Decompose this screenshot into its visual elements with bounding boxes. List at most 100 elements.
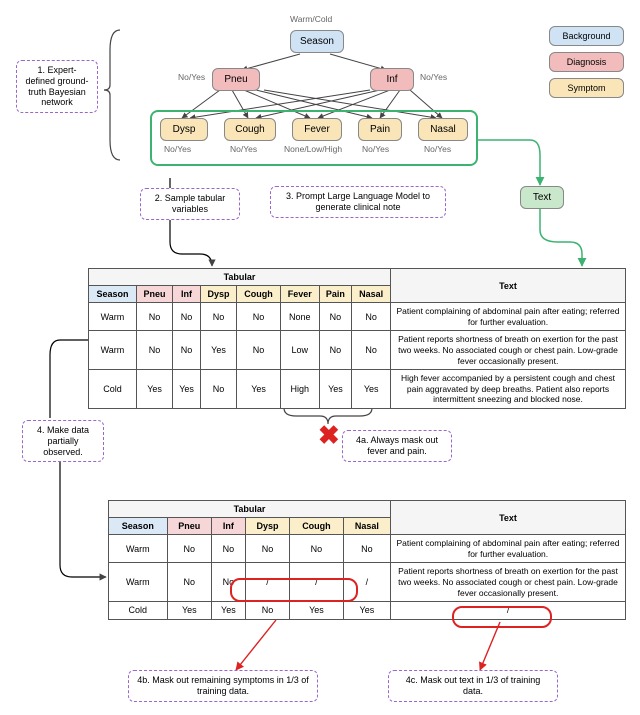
table-cell: No — [319, 303, 352, 331]
table-text-cell: / — [391, 602, 626, 620]
step-4a-text: 4a. Always mask out fever and pain. — [356, 435, 438, 456]
table-cell: Yes — [237, 370, 281, 409]
step-4a-box: 4a. Always mask out fever and pain. — [342, 430, 452, 462]
table-row: ColdYesYesNoYesHighYesYesHigh fever acco… — [89, 370, 626, 409]
table1-header: Fever — [280, 286, 319, 303]
node-pneu: Pneu — [212, 68, 260, 91]
table-cell: No — [211, 535, 245, 563]
step-1-box: 1. Expert-defined ground-truth Bayesian … — [16, 60, 98, 113]
table-text-cell: High fever accompanied by a persistent c… — [391, 370, 626, 409]
table1-super-text: Text — [391, 269, 626, 303]
table-cell: No — [167, 563, 211, 602]
table2-header: Nasal — [343, 518, 390, 535]
table-cell: No — [173, 303, 201, 331]
table1-header: Dysp — [200, 286, 236, 303]
table-full: TabularTextSeasonPneuInfDyspCoughFeverPa… — [88, 268, 626, 409]
table-cell: Warm — [89, 331, 137, 370]
step-3-box: 3. Prompt Large Language Model to genera… — [270, 186, 446, 218]
table2-header: Cough — [290, 518, 344, 535]
table-cell: Yes — [167, 602, 211, 620]
table-cell: No — [136, 331, 172, 370]
table-cell: No — [167, 535, 211, 563]
step-4b-text: 4b. Mask out remaining symptoms in 1/3 o… — [137, 675, 309, 696]
legend-diagnosis: Diagnosis — [549, 52, 624, 72]
table-text-cell: Patient reports shortness of breath on e… — [391, 331, 626, 370]
diagram-root: 1. Expert-defined ground-truth Bayesian … — [10, 10, 630, 705]
node-season: Season — [290, 30, 344, 53]
step-2-box: 2. Sample tabular variables — [140, 188, 240, 220]
table-cell: / — [290, 563, 344, 602]
table-cell: No — [245, 535, 289, 563]
table-cell: Yes — [319, 370, 352, 409]
table-cell: Yes — [136, 370, 172, 409]
table-text-cell: Patient complaining of abdominal pain af… — [391, 303, 626, 331]
table-cell: No — [136, 303, 172, 331]
table-cell: No — [343, 535, 390, 563]
table2-super-tabular: Tabular — [109, 501, 391, 518]
table1-header: Nasal — [352, 286, 391, 303]
table1-super-tabular: Tabular — [89, 269, 391, 286]
table-cell: No — [200, 303, 236, 331]
step-4c-text: 4c. Mask out text in 1/3 of training dat… — [406, 675, 541, 696]
legend-symptom: Symptom — [549, 78, 624, 98]
table-cell: No — [290, 535, 344, 563]
table-cell: None — [280, 303, 319, 331]
table-cell: No — [211, 563, 245, 602]
node-text: Text — [520, 186, 564, 209]
pain-vals-label: No/Yes — [362, 144, 389, 154]
table-cell: Low — [280, 331, 319, 370]
table-cell: High — [280, 370, 319, 409]
table-cell: Warm — [89, 303, 137, 331]
cough-vals-label: No/Yes — [230, 144, 257, 154]
legend: Background Diagnosis Symptom — [549, 26, 624, 98]
table-row: WarmNoNoNoNoNoPatient complaining of abd… — [109, 535, 626, 563]
table-row: ColdYesYesNoYesYes/ — [109, 602, 626, 620]
table-cell: No — [173, 331, 201, 370]
table1-header: Pneu — [136, 286, 172, 303]
table-cell: No — [237, 331, 281, 370]
table1-header: Inf — [173, 286, 201, 303]
table-row: WarmNoNoYesNoLowNoNoPatient reports shor… — [89, 331, 626, 370]
fever-vals-label: None/Low/High — [284, 144, 342, 154]
table-cell: No — [237, 303, 281, 331]
step-3-text: 3. Prompt Large Language Model to genera… — [286, 191, 430, 212]
step-2-text: 2. Sample tabular variables — [155, 193, 226, 214]
node-inf: Inf — [370, 68, 414, 91]
table-cell: No — [352, 303, 391, 331]
table2-header: Inf — [211, 518, 245, 535]
step-4-box: 4. Make data partially observed. — [22, 420, 104, 462]
legend-background: Background — [549, 26, 624, 46]
table-cell: Warm — [109, 563, 168, 602]
table-cell: Yes — [173, 370, 201, 409]
table1-header: Cough — [237, 286, 281, 303]
table-cell: No — [200, 370, 236, 409]
table-masked: TabularTextSeasonPneuInfDyspCoughNasalWa… — [108, 500, 626, 620]
table2-header: Pneu — [167, 518, 211, 535]
node-nasal: Nasal — [418, 118, 468, 141]
table-cell: Yes — [200, 331, 236, 370]
table-cell: Warm — [109, 535, 168, 563]
table-text-cell: Patient complaining of abdominal pain af… — [391, 535, 626, 563]
nasal-vals-label: No/Yes — [424, 144, 451, 154]
table-cell: No — [319, 331, 352, 370]
table-cell: Yes — [343, 602, 390, 620]
table-cell: Yes — [290, 602, 344, 620]
table-cell: Cold — [109, 602, 168, 620]
table-cell: Yes — [352, 370, 391, 409]
table1-header: Pain — [319, 286, 352, 303]
step-4-text: 4. Make data partially observed. — [37, 425, 89, 457]
table-cell: / — [343, 563, 390, 602]
step-4b-box: 4b. Mask out remaining symptoms in 1/3 o… — [128, 670, 318, 702]
dysp-vals-label: No/Yes — [164, 144, 191, 154]
table-cell: / — [245, 563, 289, 602]
mask-cross-icon: ✖ — [318, 420, 340, 451]
table-cell: Cold — [89, 370, 137, 409]
table-cell: No — [245, 602, 289, 620]
node-dysp: Dysp — [160, 118, 208, 141]
inf-vals-label: No/Yes — [420, 72, 447, 82]
pneu-vals-label: No/Yes — [178, 72, 205, 82]
table-text-cell: Patient reports shortness of breath on e… — [391, 563, 626, 602]
table-row: WarmNoNoNoNoNoneNoNoPatient complaining … — [89, 303, 626, 331]
table-cell: No — [352, 331, 391, 370]
table2-header: Dysp — [245, 518, 289, 535]
